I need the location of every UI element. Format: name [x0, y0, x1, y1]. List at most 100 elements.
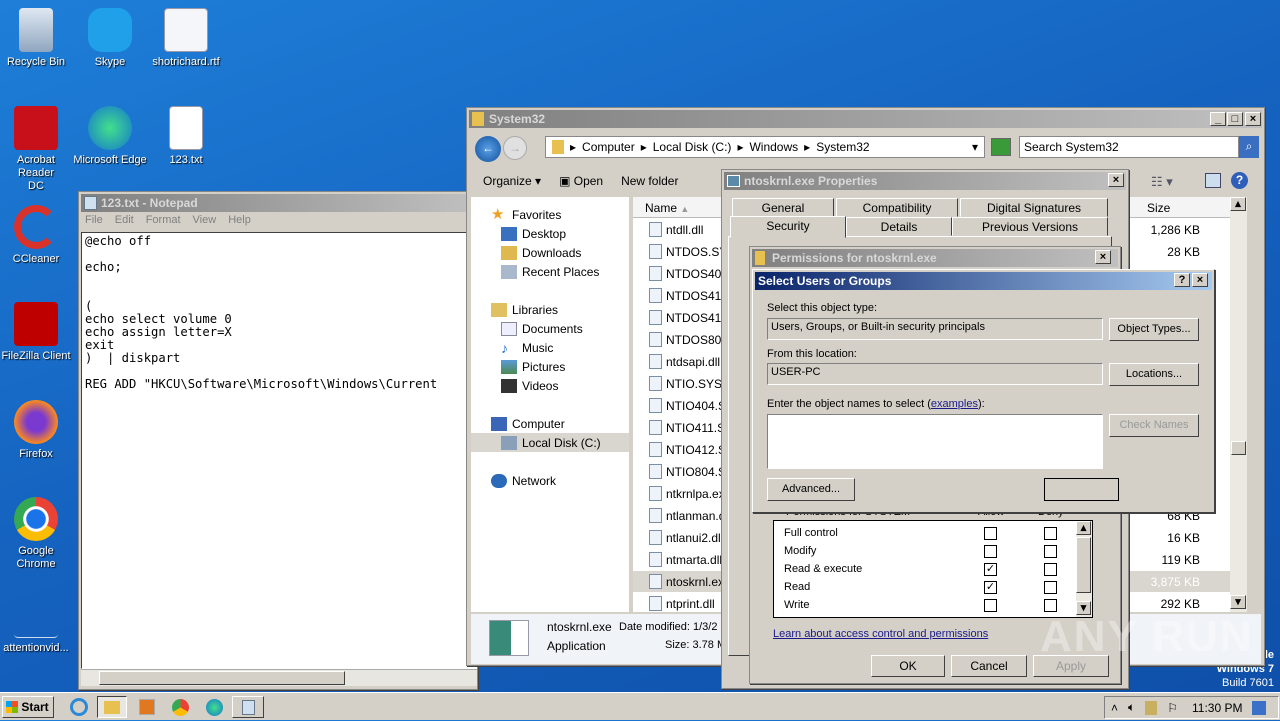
permissions-title-bar[interactable]: Permissions for ntoskrnl.exe — [752, 249, 1118, 267]
scroll-up-button[interactable]: ▴ — [1230, 197, 1246, 211]
scroll-down-button[interactable]: ▾ — [1230, 595, 1246, 609]
check-names-button[interactable]: Check Names — [1109, 414, 1199, 437]
deny-checkbox[interactable] — [1044, 563, 1057, 576]
learn-access-control-link[interactable]: Learn about access control and permissio… — [773, 628, 988, 640]
scrollbar-thumb[interactable] — [1231, 441, 1246, 455]
chevron-down-icon[interactable]: ▾ — [972, 140, 978, 154]
desktop-icon-skype[interactable]: Skype — [72, 8, 148, 68]
search-icon[interactable]: ⌕ — [1239, 136, 1259, 158]
menu-help[interactable]: Help — [228, 214, 251, 226]
close-button[interactable]: × — [1108, 173, 1124, 187]
desktop-icon-123-txt[interactable]: 123.txt — [148, 106, 224, 166]
ok-button[interactable]: OK — [871, 655, 945, 677]
allow-checkbox[interactable] — [984, 527, 997, 540]
maximize-button[interactable]: □ — [1227, 112, 1243, 126]
nav-computer[interactable]: Computer — [491, 417, 565, 431]
object-types-button[interactable]: Object Types... — [1109, 318, 1199, 341]
notepad-horizontal-scrollbar[interactable] — [81, 669, 477, 686]
refresh-icon[interactable] — [991, 138, 1011, 156]
examples-link[interactable]: examples — [931, 398, 978, 410]
object-names-input[interactable] — [767, 414, 1103, 469]
tab-compatibility[interactable]: Compatibility — [836, 198, 958, 217]
nav-videos[interactable]: Videos — [501, 379, 558, 393]
nav-local-disk[interactable]: Local Disk (C:) — [471, 433, 629, 452]
deny-checkbox[interactable] — [1044, 527, 1057, 540]
notepad-text-area[interactable]: @echo off echo; ( echo select volume 0 e… — [81, 232, 477, 669]
nav-downloads[interactable]: Downloads — [501, 246, 581, 260]
preview-pane-icon[interactable] — [1205, 173, 1221, 188]
nav-favorites[interactable]: ★ Favorites — [491, 207, 561, 222]
notepad-taskbar-icon[interactable] — [232, 696, 264, 718]
file-list-vertical-scrollbar[interactable]: ▴ ▾ — [1230, 197, 1247, 612]
search-input[interactable]: Search System32 — [1019, 136, 1239, 158]
desktop-icon-chrome[interactable]: Google Chrome — [0, 497, 74, 571]
notepad-title-bar[interactable]: 123.txt - Notepad — [81, 194, 475, 212]
minimize-button[interactable]: _ — [1210, 112, 1226, 126]
organize-button[interactable]: Organize ▾ — [483, 174, 541, 188]
deny-checkbox[interactable] — [1044, 545, 1057, 558]
clock[interactable]: 11:30 PM — [1192, 701, 1242, 715]
nav-libraries[interactable]: Libraries — [491, 303, 558, 317]
tab-general[interactable]: General — [732, 198, 834, 217]
allow-checkbox[interactable]: ✓ — [984, 581, 997, 594]
explorer-title-bar[interactable]: System32 — [469, 110, 1262, 128]
column-size[interactable]: Size — [1147, 201, 1170, 215]
close-button[interactable]: × — [1192, 273, 1208, 287]
menu-file[interactable]: File — [85, 214, 103, 226]
desktop-icon-firefox[interactable]: Firefox — [0, 400, 74, 460]
nav-music[interactable]: ♪ Music — [501, 341, 553, 355]
start-button[interactable]: Start — [2, 696, 54, 718]
ok-button[interactable] — [1044, 478, 1119, 501]
deny-checkbox[interactable] — [1044, 581, 1057, 594]
new-folder-button[interactable]: New folder — [621, 174, 678, 188]
tab-digital-signatures[interactable]: Digital Signatures — [960, 198, 1108, 217]
scrollbar-thumb[interactable] — [99, 671, 345, 685]
nav-network[interactable]: Network — [491, 474, 556, 488]
cancel-button[interactable]: Cancel — [951, 655, 1027, 677]
allow-checkbox[interactable] — [984, 599, 997, 612]
scrollbar-thumb[interactable] — [1076, 537, 1091, 593]
network-warning-icon[interactable] — [1145, 700, 1158, 715]
help-button[interactable]: ? — [1174, 273, 1190, 287]
nav-desktop[interactable]: Desktop — [501, 227, 566, 241]
explorer-taskbar-icon[interactable] — [97, 696, 127, 718]
tab-security[interactable]: Security — [730, 216, 846, 238]
properties-title-bar[interactable]: ntoskrnl.exe Properties — [724, 172, 1126, 190]
breadcrumb-windows[interactable]: Windows — [749, 140, 798, 154]
back-button[interactable]: ← — [475, 136, 501, 162]
nav-pictures[interactable]: Pictures — [501, 360, 565, 374]
tab-previous-versions[interactable]: Previous Versions — [952, 217, 1108, 236]
permissions-scrollbar[interactable]: ▴ ▾ — [1076, 521, 1092, 617]
desktop-icon-recycle-bin[interactable]: Recycle Bin — [0, 8, 74, 68]
forward-button[interactable]: → — [503, 136, 527, 160]
menu-view[interactable]: View — [193, 214, 217, 226]
allow-checkbox[interactable] — [984, 545, 997, 558]
view-options-icon[interactable]: ☷ ▾ — [1151, 174, 1173, 190]
scroll-up-button[interactable]: ▴ — [1076, 521, 1091, 535]
media-player-icon[interactable] — [139, 699, 155, 715]
desktop-icon-shotrichard[interactable]: shotrichard.rtf — [148, 8, 224, 68]
select-users-title-bar[interactable]: Select Users or Groups — [755, 272, 1212, 290]
menu-format[interactable]: Format — [146, 214, 181, 226]
desktop-icon-ccleaner[interactable]: CCleaner — [0, 205, 74, 265]
chrome-icon[interactable] — [172, 699, 189, 716]
desktop-icon-attentionvid[interactable]: attentionvid... — [0, 618, 74, 654]
allow-checkbox[interactable]: ✓ — [984, 563, 997, 576]
show-desktop-button[interactable] — [1252, 700, 1267, 715]
column-name[interactable]: Name ▲ — [645, 201, 689, 215]
desktop-icon-filezilla[interactable]: FileZilla Client — [0, 302, 74, 362]
menu-edit[interactable]: Edit — [115, 214, 134, 226]
nav-documents[interactable]: Documents — [501, 322, 583, 336]
close-button[interactable]: × — [1245, 112, 1261, 126]
deny-checkbox[interactable] — [1044, 599, 1057, 612]
edge-icon[interactable] — [206, 699, 223, 716]
advanced-button[interactable]: Advanced... — [767, 478, 855, 501]
breadcrumb-computer[interactable]: Computer — [582, 140, 635, 154]
nav-recent-places[interactable]: Recent Places — [501, 265, 599, 279]
breadcrumb-local-disk[interactable]: Local Disk (C:) — [653, 140, 732, 154]
tab-details[interactable]: Details — [846, 217, 952, 236]
help-icon[interactable]: ? — [1231, 172, 1248, 189]
address-bar[interactable]: ▸ Computer ▸ Local Disk (C:) ▸ Windows ▸ Sys… — [545, 136, 985, 158]
close-button[interactable]: × — [1095, 250, 1111, 264]
ie-icon[interactable] — [70, 698, 88, 716]
